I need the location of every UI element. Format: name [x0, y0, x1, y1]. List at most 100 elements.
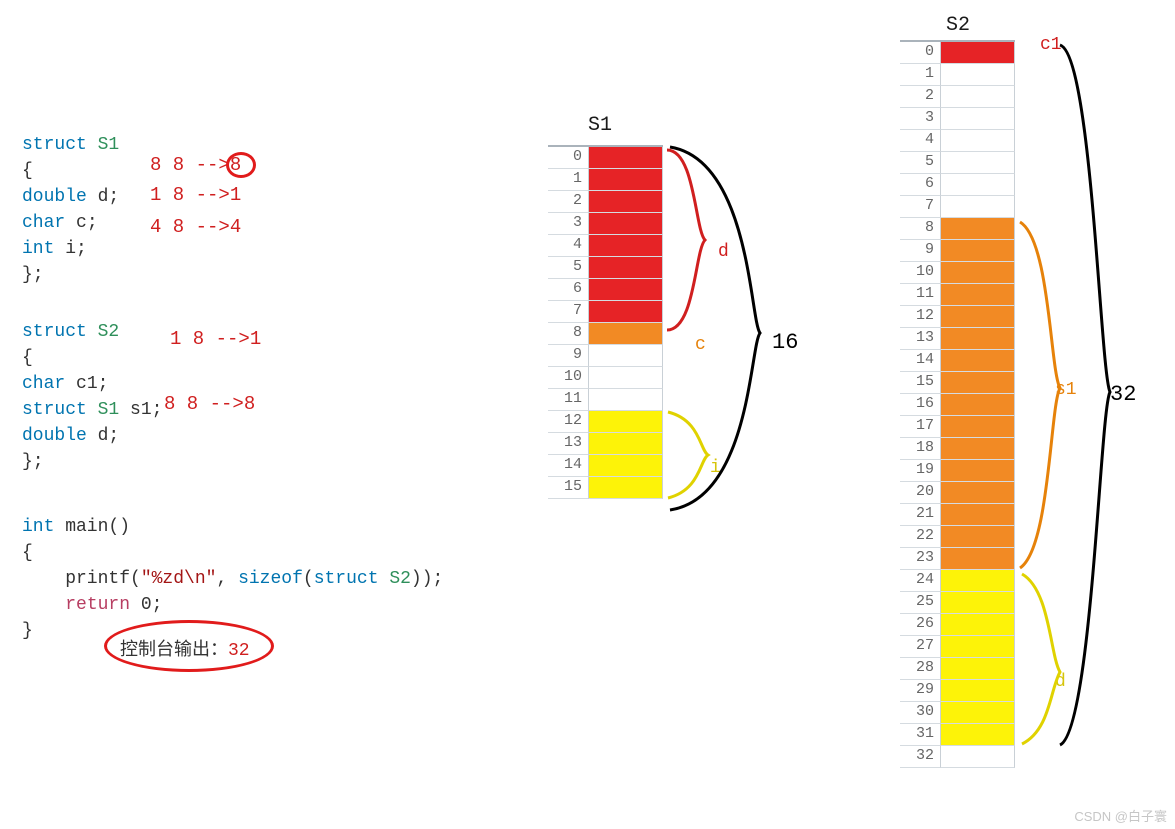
- byte-index: 16: [900, 394, 940, 416]
- table-row: 11: [548, 389, 663, 411]
- byte-index: 30: [900, 702, 940, 724]
- s2-label-c1: c1: [1040, 35, 1062, 55]
- table-row: 16: [900, 394, 1015, 416]
- byte-cell: [940, 174, 1015, 196]
- table-row: 13: [548, 433, 663, 455]
- table-row: 12: [548, 411, 663, 433]
- byte-cell: [940, 724, 1015, 746]
- byte-cell: [588, 279, 663, 301]
- byte-cell: [588, 323, 663, 345]
- byte-cell: [588, 477, 663, 499]
- byte-cell: [940, 262, 1015, 284]
- byte-index: 31: [900, 724, 940, 746]
- byte-index: 32: [900, 746, 940, 768]
- table-row: 6: [548, 279, 663, 301]
- byte-cell: [940, 328, 1015, 350]
- table-row: 4: [900, 130, 1015, 152]
- table-row: 17: [900, 416, 1015, 438]
- byte-index: 5: [900, 152, 940, 174]
- table-row: 10: [900, 262, 1015, 284]
- align-annotation-c: 1 8 -->1: [150, 184, 241, 206]
- byte-index: 17: [900, 416, 940, 438]
- byte-cell: [940, 570, 1015, 592]
- s2-label-total: 32: [1110, 382, 1136, 407]
- byte-cell: [940, 394, 1015, 416]
- byte-cell: [940, 438, 1015, 460]
- table-row: 8: [900, 218, 1015, 240]
- byte-index: 24: [900, 570, 940, 592]
- byte-cell: [940, 64, 1015, 86]
- byte-cell: [940, 218, 1015, 240]
- table-row: 30: [900, 702, 1015, 724]
- byte-index: 4: [900, 130, 940, 152]
- s1-label-i: i: [710, 458, 721, 478]
- byte-index: 22: [900, 526, 940, 548]
- byte-cell: [588, 301, 663, 323]
- byte-index: 26: [900, 614, 940, 636]
- table-row: 1: [548, 169, 663, 191]
- byte-cell: [588, 169, 663, 191]
- table-row: 0: [900, 42, 1015, 64]
- code-struct-s2: struct S2 { char c1; struct S1 s1; doubl…: [22, 293, 162, 475]
- table-row: 24: [900, 570, 1015, 592]
- byte-cell: [588, 345, 663, 367]
- table-row: 9: [548, 345, 663, 367]
- s1-title: S1: [588, 114, 612, 137]
- byte-cell: [940, 86, 1015, 108]
- console-output-label: 控制台输出：32: [120, 635, 250, 661]
- byte-index: 9: [548, 345, 588, 367]
- byte-cell: [588, 257, 663, 279]
- byte-cell: [940, 284, 1015, 306]
- byte-index: 1: [548, 169, 588, 191]
- byte-cell: [588, 455, 663, 477]
- table-row: 1: [900, 64, 1015, 86]
- byte-index: 29: [900, 680, 940, 702]
- byte-index: 7: [900, 196, 940, 218]
- byte-index: 25: [900, 592, 940, 614]
- s2-label-d: d: [1055, 672, 1066, 692]
- table-row: 22: [900, 526, 1015, 548]
- table-row: 32: [900, 746, 1015, 768]
- table-row: 14: [548, 455, 663, 477]
- table-row: 26: [900, 614, 1015, 636]
- byte-index: 11: [548, 389, 588, 411]
- table-row: 2: [548, 191, 663, 213]
- byte-index: 3: [548, 213, 588, 235]
- byte-cell: [940, 636, 1015, 658]
- s1-label-d: d: [718, 242, 729, 262]
- byte-cell: [940, 504, 1015, 526]
- byte-cell: [588, 389, 663, 411]
- byte-index: 7: [548, 301, 588, 323]
- byte-index: 28: [900, 658, 940, 680]
- s2-label-s1: s1: [1055, 380, 1077, 400]
- table-row: 28: [900, 658, 1015, 680]
- byte-cell: [940, 526, 1015, 548]
- byte-index: 4: [548, 235, 588, 257]
- table-row: 15: [900, 372, 1015, 394]
- byte-index: 15: [548, 477, 588, 499]
- byte-index: 14: [900, 350, 940, 372]
- byte-cell: [940, 42, 1015, 64]
- table-row: 18: [900, 438, 1015, 460]
- byte-index: 9: [900, 240, 940, 262]
- byte-index: 0: [548, 147, 588, 169]
- circle-max-align-icon: [226, 152, 256, 178]
- byte-index: 2: [900, 86, 940, 108]
- byte-index: 5: [548, 257, 588, 279]
- s1-label-total: 16: [772, 330, 798, 355]
- table-row: 3: [900, 108, 1015, 130]
- byte-index: 2: [548, 191, 588, 213]
- byte-cell: [940, 592, 1015, 614]
- byte-index: 12: [548, 411, 588, 433]
- byte-cell: [940, 614, 1015, 636]
- byte-cell: [588, 147, 663, 169]
- byte-cell: [940, 658, 1015, 680]
- byte-cell: [940, 746, 1015, 768]
- table-row: 31: [900, 724, 1015, 746]
- byte-index: 13: [900, 328, 940, 350]
- byte-cell: [588, 213, 663, 235]
- table-row: 0: [548, 147, 663, 169]
- byte-index: 14: [548, 455, 588, 477]
- memory-table-s2: 0123456789101112131415161718192021222324…: [900, 40, 1015, 768]
- byte-cell: [940, 702, 1015, 724]
